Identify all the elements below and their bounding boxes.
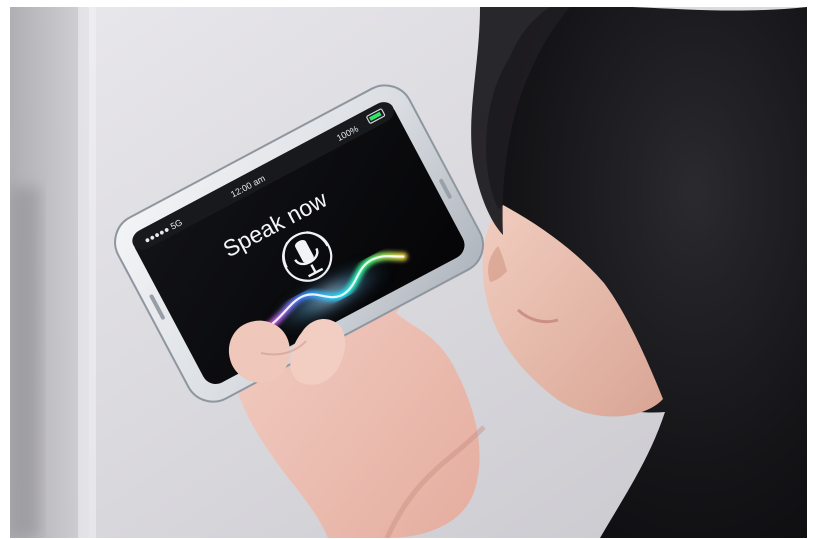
left-shadow [10, 187, 40, 538]
image-frame: ●●●●● 5G 12:00 am 100% Speak now [0, 0, 817, 539]
door-highlight [78, 7, 96, 538]
photo-illustration: ●●●●● 5G 12:00 am 100% Speak now [10, 7, 807, 538]
photo: ●●●●● 5G 12:00 am 100% Speak now [10, 7, 807, 538]
